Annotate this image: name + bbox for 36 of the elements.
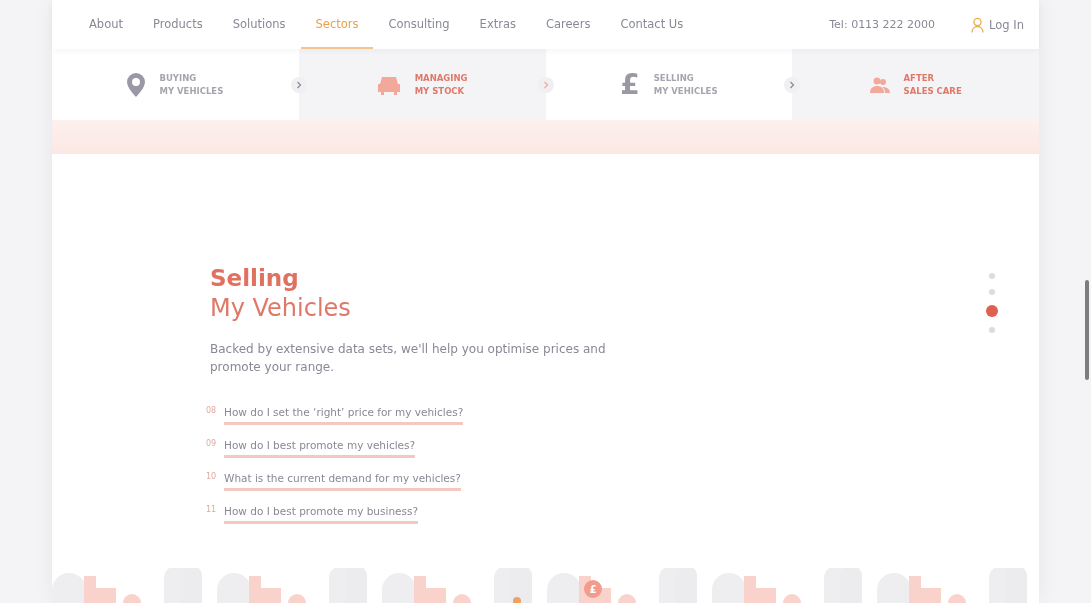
step-tab[interactable]: MANAGING MY STOCK bbox=[298, 49, 546, 120]
nav-link[interactable]: Contact Us bbox=[605, 0, 699, 49]
question-link[interactable]: How do I best promote my vehicles? bbox=[224, 439, 416, 458]
question-link[interactable]: How do I set the ‘right’ price for my vehicles? bbox=[224, 406, 464, 425]
phone-number: Tel: 0113 222 2000 bbox=[829, 18, 936, 31]
section-title: Selling bbox=[210, 264, 300, 292]
pound-icon: £ bbox=[620, 70, 640, 99]
pager-dot[interactable] bbox=[989, 289, 995, 295]
question-number: 10 bbox=[206, 472, 218, 482]
intro-text: Backed by extensive data sets, we'll help you optimise prices and promote your range. bbox=[210, 341, 607, 376]
step-label: SELLING MY VEHICLES bbox=[653, 71, 718, 98]
pager-dot[interactable] bbox=[989, 327, 995, 333]
people-icon bbox=[869, 76, 890, 93]
nav-link[interactable]: Solutions bbox=[217, 0, 301, 49]
step-label: MANAGING MY STOCK bbox=[414, 71, 468, 98]
nav-link[interactable]: Careers bbox=[530, 0, 606, 49]
login-link[interactable]: Log In bbox=[971, 16, 1024, 33]
user-icon bbox=[971, 16, 985, 33]
scrollbar[interactable] bbox=[1085, 280, 1089, 380]
question-link[interactable]: How do I best promote my business? bbox=[224, 505, 418, 524]
question-number: 08 bbox=[206, 406, 218, 416]
section-subtitle: My Vehicles bbox=[210, 293, 352, 324]
pager-dot[interactable] bbox=[989, 273, 995, 279]
question-number: 11 bbox=[206, 505, 218, 515]
question-number: 09 bbox=[206, 439, 218, 449]
map-pin-icon bbox=[127, 72, 146, 97]
car-icon bbox=[376, 74, 401, 95]
step-label: BUYING MY VEHICLES bbox=[159, 71, 224, 98]
nav-link[interactable]: Extras bbox=[464, 0, 531, 49]
step-tab[interactable]: AFTER SALES CARE bbox=[792, 49, 1039, 120]
pager-dot[interactable] bbox=[986, 305, 998, 317]
nav-link[interactable]: Products bbox=[138, 0, 218, 49]
step-label: AFTER SALES CARE bbox=[903, 71, 962, 98]
nav-link[interactable]: Consulting bbox=[373, 0, 465, 49]
nav-link[interactable]: About bbox=[74, 0, 138, 49]
question-link[interactable]: What is the current demand for my vehicles? bbox=[224, 472, 461, 491]
